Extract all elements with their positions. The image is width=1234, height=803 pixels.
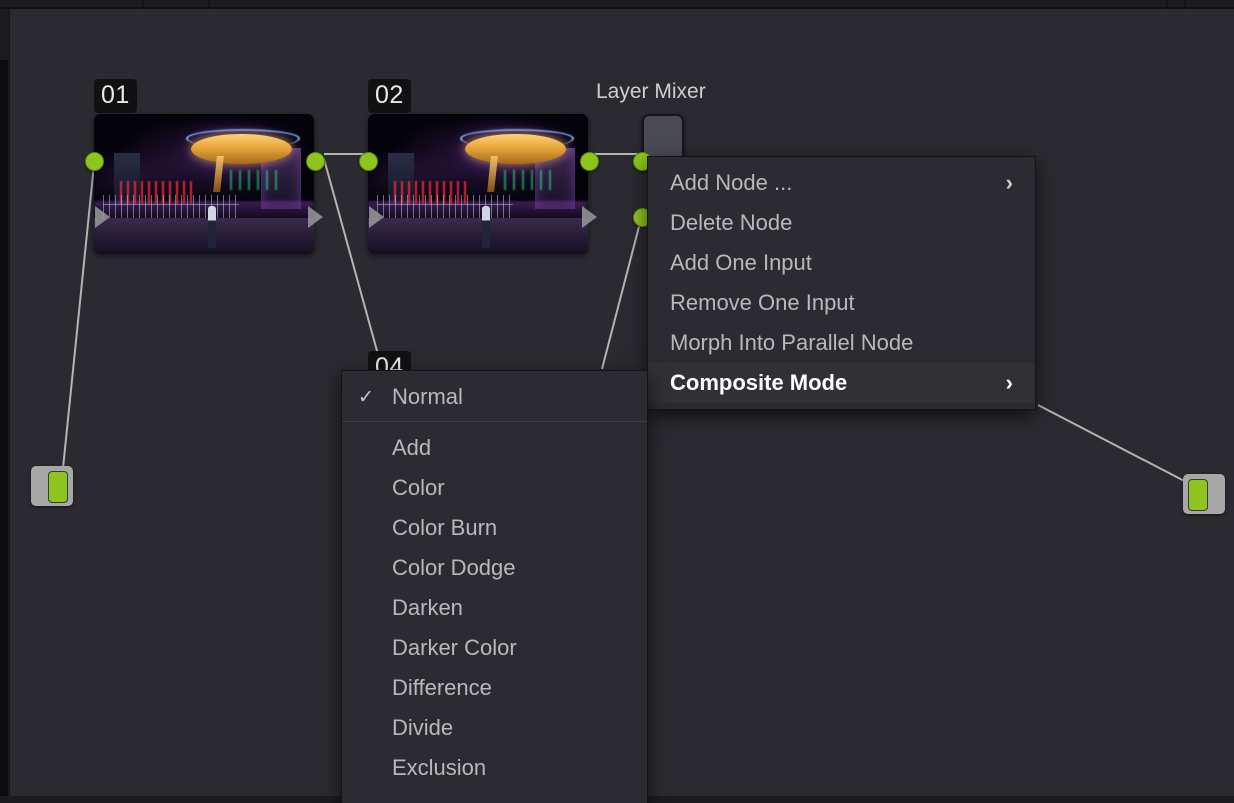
submenu-item-label: Divide [392, 715, 629, 741]
submenu-item-label: Darken [392, 595, 629, 621]
check-icon: ✓ [358, 386, 392, 409]
node-thumbnail [368, 114, 588, 254]
node-context-menu[interactable]: Add Node ... › Delete Node Add One Input… [647, 156, 1036, 410]
output-node-chip [1188, 479, 1208, 511]
submenu-item-darken[interactable]: Darken [342, 588, 647, 628]
node-badge: 01 [94, 79, 137, 113]
menu-item-label: Add Node ... [670, 170, 980, 196]
layer-mixer-label: Layer Mixer [596, 80, 706, 104]
corrector-node-02[interactable]: 02 [368, 114, 588, 254]
menu-item-add-one-input[interactable]: Add One Input [648, 243, 1035, 283]
menu-item-label: Morph Into Parallel Node [670, 330, 1013, 356]
source-node-chip [48, 471, 68, 503]
menu-item-morph-into-parallel-node[interactable]: Morph Into Parallel Node [648, 323, 1035, 363]
submenu-item-label: Color Dodge [392, 555, 629, 581]
node-output-dot[interactable] [306, 152, 325, 171]
submenu-item-color[interactable]: Color [342, 468, 647, 508]
rail-tick [208, 0, 210, 9]
rail-tick [1184, 0, 1186, 9]
submenu-separator [342, 421, 647, 422]
submenu-item-label: Difference [392, 675, 629, 701]
submenu-item-exclusion[interactable]: Exclusion [342, 748, 647, 788]
node-input-dot[interactable] [85, 152, 104, 171]
submenu-item-color-dodge[interactable]: Color Dodge [342, 548, 647, 588]
menu-item-add-node[interactable]: Add Node ... › [648, 163, 1035, 203]
menu-item-label: Add One Input [670, 250, 1013, 276]
node-badge: 02 [368, 79, 411, 113]
node-input-arrow-icon [95, 206, 110, 228]
node-output-dot[interactable] [580, 152, 599, 171]
node-input-arrow-icon [369, 206, 384, 228]
submenu-item-darker-color[interactable]: Darker Color [342, 628, 647, 668]
submenu-item-label: Darker Color [392, 635, 629, 661]
rail-tick [1166, 0, 1168, 9]
output-node[interactable] [1183, 474, 1225, 514]
submenu-item-add[interactable]: Add [342, 428, 647, 468]
submenu-item-label: Color Burn [392, 515, 629, 541]
submenu-item-label: Add [392, 435, 629, 461]
submenu-item-divide[interactable]: Divide [342, 708, 647, 748]
node-output-arrow-icon [582, 206, 597, 228]
chevron-right-icon: › [1006, 172, 1013, 194]
submenu-item-label: Color [392, 475, 629, 501]
menu-item-composite-mode[interactable]: Composite Mode › [648, 363, 1035, 403]
submenu-item-difference[interactable]: Difference [342, 668, 647, 708]
menu-item-remove-one-input[interactable]: Remove One Input [648, 283, 1035, 323]
submenu-item-color-burn[interactable]: Color Burn [342, 508, 647, 548]
menu-item-delete-node[interactable]: Delete Node [648, 203, 1035, 243]
node-output-arrow-icon [308, 206, 323, 228]
node-input-dot[interactable] [359, 152, 378, 171]
node-thumbnail [94, 114, 314, 254]
chevron-right-icon: › [1006, 372, 1013, 394]
menu-item-label: Remove One Input [670, 290, 1013, 316]
submenu-item-label: Normal [392, 384, 629, 410]
rail-tick [142, 0, 144, 9]
node-editor-panel: 01 [0, 0, 1234, 796]
menu-item-label: Delete Node [670, 210, 1013, 236]
menu-item-label: Composite Mode [670, 370, 980, 396]
submenu-item-normal[interactable]: ✓ Normal [342, 377, 647, 417]
composite-mode-submenu[interactable]: ✓ Normal Add Color Color Burn Color Dodg… [341, 370, 648, 803]
panel-top-divider [0, 0, 1234, 9]
corrector-node-01[interactable]: 01 [94, 114, 314, 254]
submenu-item-label: Exclusion [392, 755, 629, 781]
panel-left-shadow [0, 60, 8, 796]
source-node[interactable] [31, 466, 73, 506]
